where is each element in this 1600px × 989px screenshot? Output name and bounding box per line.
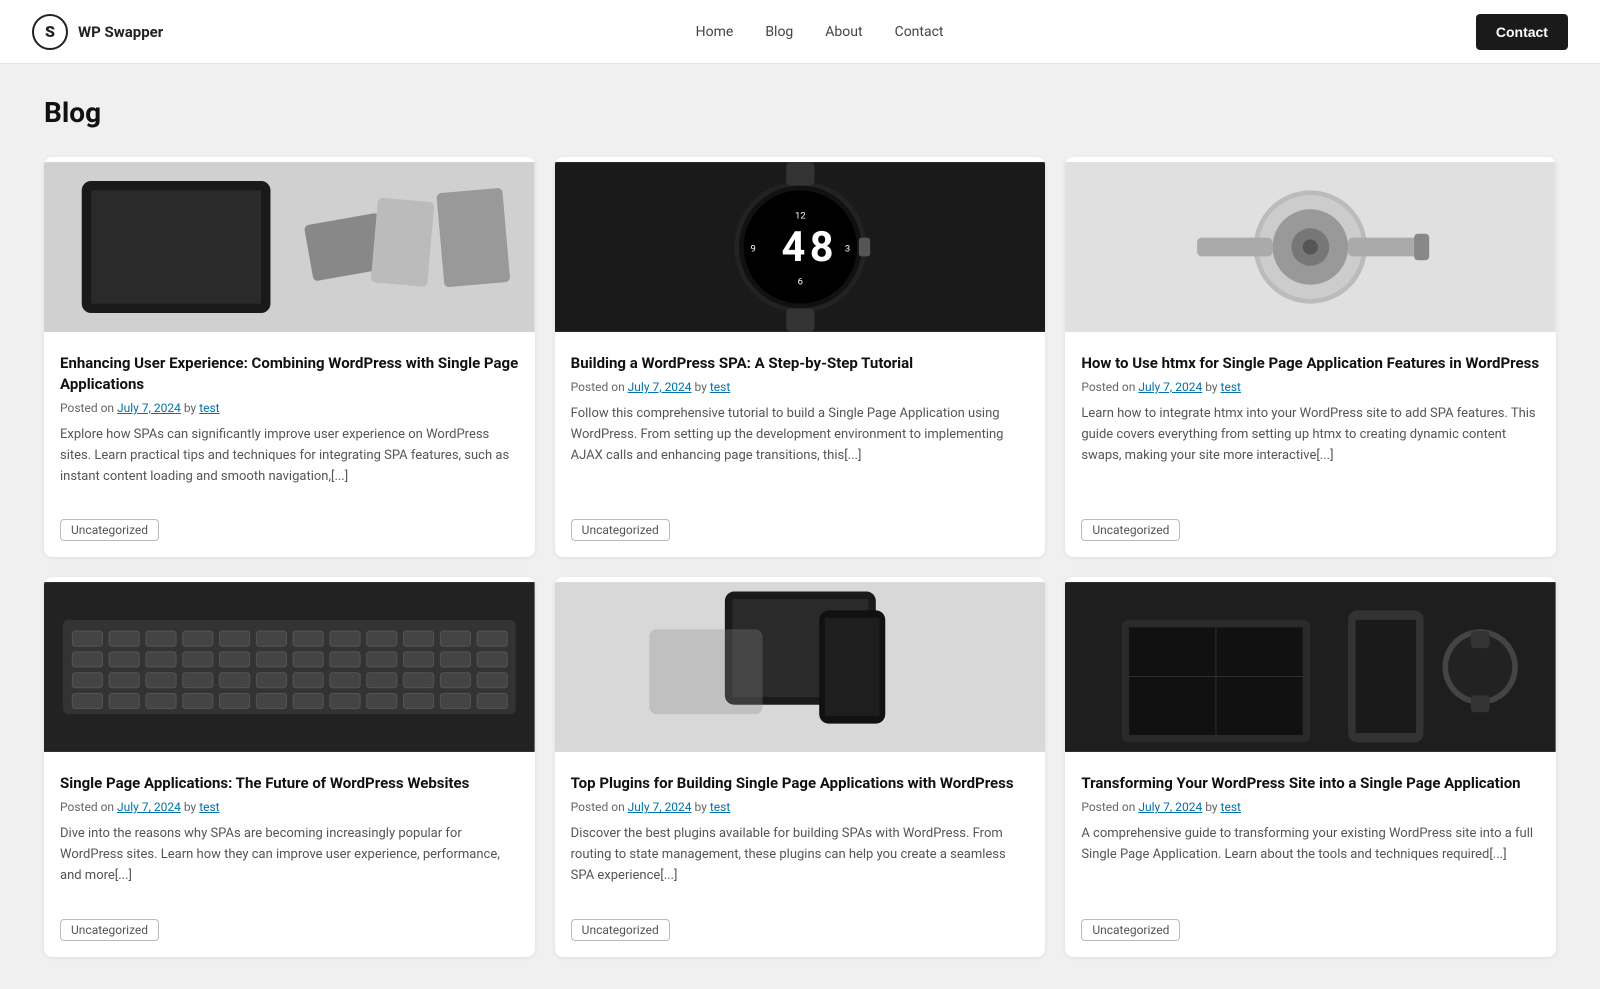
card-footer: Uncategorized	[44, 507, 535, 557]
site-name: WP Swapper	[78, 23, 163, 41]
card-tag[interactable]: Uncategorized	[1081, 919, 1180, 941]
card-body: Enhancing User Experience: Combining Wor…	[44, 337, 535, 499]
blog-card: How to Use htmx for Single Page Applicat…	[1065, 157, 1556, 557]
card-tag[interactable]: Uncategorized	[1081, 519, 1180, 541]
svg-text:9: 9	[750, 244, 755, 255]
logo-icon: S	[32, 14, 68, 50]
card-image	[44, 577, 535, 757]
blog-card: Enhancing User Experience: Combining Wor…	[44, 157, 535, 557]
card-body: Transforming Your WordPress Site into a …	[1065, 757, 1556, 898]
card-image	[1065, 157, 1556, 337]
site-header: S WP Swapper Home Blog About Contact Con…	[0, 0, 1600, 64]
card-excerpt: Follow this comprehensive tutorial to bu…	[571, 404, 1030, 487]
svg-text:8: 8	[809, 223, 833, 272]
card-title: Building a WordPress SPA: A Step-by-Step…	[571, 353, 1030, 374]
svg-text:6: 6	[797, 277, 802, 288]
card-body: Single Page Applications: The Future of …	[44, 757, 535, 898]
card-footer: Uncategorized	[1065, 507, 1556, 557]
card-tag[interactable]: Uncategorized	[60, 519, 159, 541]
svg-text:4: 4	[781, 223, 805, 272]
page-title: Blog	[44, 96, 1556, 129]
card-excerpt: Learn how to integrate htmx into your Wo…	[1081, 404, 1540, 487]
card-image	[1065, 577, 1556, 757]
nav-blog[interactable]: Blog	[765, 24, 793, 40]
card-title: Transforming Your WordPress Site into a …	[1081, 773, 1540, 794]
card-footer: Uncategorized	[555, 907, 1046, 957]
blog-grid: Enhancing User Experience: Combining Wor…	[44, 157, 1556, 957]
main-nav: Home Blog About Contact	[696, 24, 944, 40]
card-excerpt: Dive into the reasons why SPAs are becom…	[60, 824, 519, 886]
card-meta: Posted on July 7, 2024 by test	[1081, 380, 1540, 394]
card-date-link[interactable]: July 7, 2024	[1138, 380, 1202, 394]
card-excerpt: A comprehensive guide to transforming yo…	[1081, 824, 1540, 886]
card-date-link[interactable]: July 7, 2024	[628, 380, 692, 394]
blog-card: 12 3 6 9 4 8 Building a WordPress SPA: A…	[555, 157, 1046, 557]
card-date-link[interactable]: July 7, 2024	[117, 800, 181, 814]
card-meta: Posted on July 7, 2024 by test	[1081, 800, 1540, 814]
card-image	[44, 157, 535, 337]
card-author-link[interactable]: test	[199, 401, 219, 415]
card-body: Top Plugins for Building Single Page App…	[555, 757, 1046, 898]
card-date-link[interactable]: July 7, 2024	[117, 401, 181, 415]
card-meta: Posted on July 7, 2024 by test	[571, 800, 1030, 814]
blog-card: Top Plugins for Building Single Page App…	[555, 577, 1046, 956]
card-body: Building a WordPress SPA: A Step-by-Step…	[555, 337, 1046, 499]
blog-card: Single Page Applications: The Future of …	[44, 577, 535, 956]
card-author-link[interactable]: test	[1221, 380, 1241, 394]
svg-text:3: 3	[845, 244, 850, 255]
card-footer: Uncategorized	[44, 907, 535, 957]
card-image: 12 3 6 9 4 8	[555, 157, 1046, 337]
logo-area: S WP Swapper	[32, 14, 163, 50]
card-date-link[interactable]: July 7, 2024	[1138, 800, 1202, 814]
nav-home[interactable]: Home	[696, 24, 734, 40]
card-meta: Posted on July 7, 2024 by test	[60, 800, 519, 814]
card-footer: Uncategorized	[1065, 907, 1556, 957]
card-tag[interactable]: Uncategorized	[571, 519, 670, 541]
card-title: How to Use htmx for Single Page Applicat…	[1081, 353, 1540, 374]
card-author-link[interactable]: test	[710, 800, 730, 814]
svg-text:12: 12	[795, 211, 806, 222]
card-title: Enhancing User Experience: Combining Wor…	[60, 353, 519, 395]
card-tag[interactable]: Uncategorized	[571, 919, 670, 941]
card-excerpt: Explore how SPAs can significantly impro…	[60, 425, 519, 487]
card-footer: Uncategorized	[555, 507, 1046, 557]
card-meta: Posted on July 7, 2024 by test	[60, 401, 519, 415]
card-author-link[interactable]: test	[199, 800, 219, 814]
card-date-link[interactable]: July 7, 2024	[628, 800, 692, 814]
contact-button[interactable]: Contact	[1476, 14, 1568, 50]
main-content: Blog Enhancing User Experience: Combinin…	[20, 64, 1580, 989]
nav-about[interactable]: About	[825, 24, 862, 40]
card-author-link[interactable]: test	[710, 380, 730, 394]
card-author-link[interactable]: test	[1221, 800, 1241, 814]
card-body: How to Use htmx for Single Page Applicat…	[1065, 337, 1556, 499]
nav-contact[interactable]: Contact	[895, 24, 944, 40]
blog-card: Transforming Your WordPress Site into a …	[1065, 577, 1556, 956]
card-image	[555, 577, 1046, 757]
card-meta: Posted on July 7, 2024 by test	[571, 380, 1030, 394]
card-excerpt: Discover the best plugins available for …	[571, 824, 1030, 886]
card-title: Top Plugins for Building Single Page App…	[571, 773, 1030, 794]
card-title: Single Page Applications: The Future of …	[60, 773, 519, 794]
card-tag[interactable]: Uncategorized	[60, 919, 159, 941]
